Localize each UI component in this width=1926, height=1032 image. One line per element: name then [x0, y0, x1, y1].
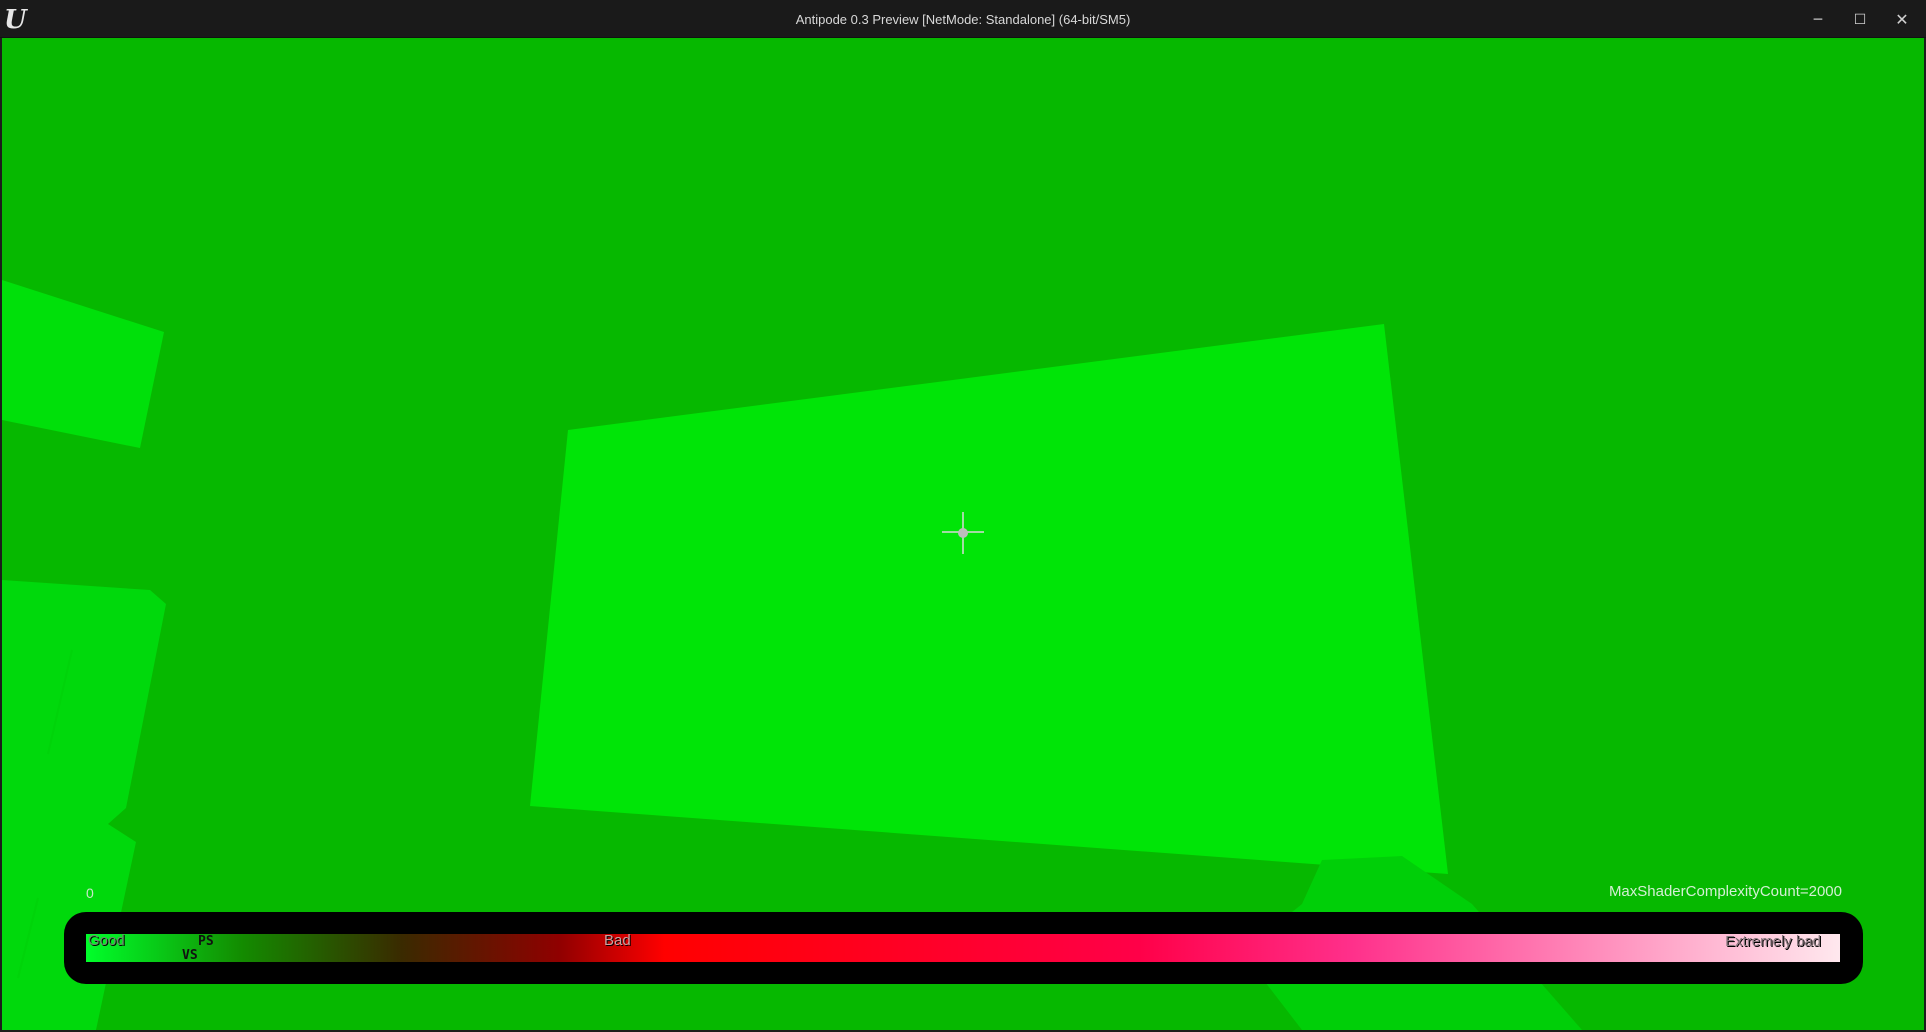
- complexity-gradient: [86, 934, 1840, 962]
- vertex-shader-marker: VS: [182, 948, 198, 963]
- minimize-button[interactable]: ─: [1797, 0, 1839, 37]
- pixel-shader-marker: PS: [198, 934, 214, 949]
- crosshair-icon: [942, 512, 984, 554]
- bad-label: Bad: [604, 932, 631, 949]
- crosshair-center: [958, 528, 968, 538]
- good-label: Good: [88, 932, 125, 949]
- game-window: U Antipode 0.3 Preview [NetMode: Standal…: [0, 0, 1926, 1032]
- maximize-button[interactable]: ☐: [1839, 0, 1881, 37]
- window-title: Antipode 0.3 Preview [NetMode: Standalon…: [795, 12, 1131, 27]
- game-viewport[interactable]: 0 MaxShaderComplexityCount=2000 Good PS …: [2, 38, 1924, 1030]
- complexity-min-counter: 0: [86, 885, 94, 901]
- shader-complexity-legend: Good PS VS Bad Extremely bad: [64, 912, 1863, 984]
- extremely-bad-label: Extremely bad: [1725, 933, 1821, 950]
- title-bar[interactable]: U Antipode 0.3 Preview [NetMode: Standal…: [0, 0, 1926, 38]
- max-shader-complexity-count: MaxShaderComplexityCount=2000: [1608, 883, 1842, 900]
- close-button[interactable]: ✕: [1881, 0, 1923, 37]
- gradient-fill: [86, 934, 1840, 962]
